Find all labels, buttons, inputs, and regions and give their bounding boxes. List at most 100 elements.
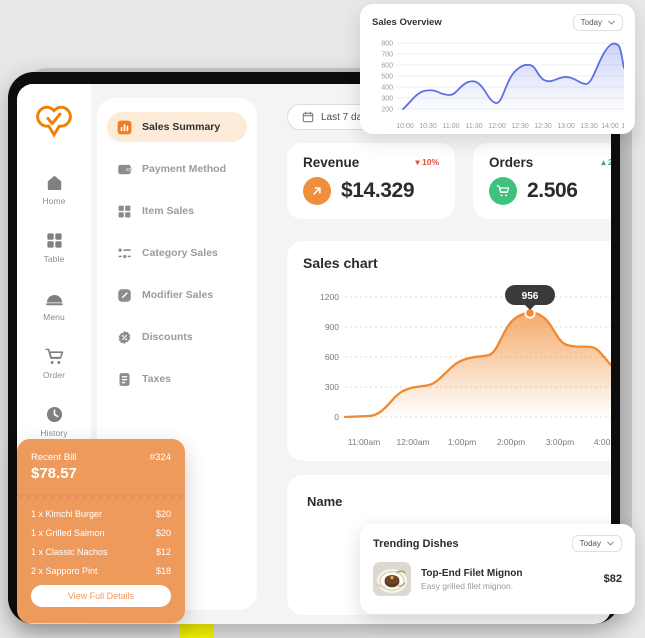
- stat-value: $14.329: [341, 179, 415, 202]
- sidebar-item-label: History: [40, 428, 68, 438]
- chevron-down-icon: [607, 541, 614, 546]
- menu-item-label: Category Sales: [142, 247, 218, 259]
- stat-delta-value: 10%: [421, 157, 439, 167]
- bar-chart-icon: [117, 120, 132, 134]
- sidebar-item-label: Home: [42, 196, 66, 206]
- y-tick-label: 700: [381, 52, 393, 59]
- x-tick-label: 4:00pm: [594, 437, 611, 447]
- table-column-header-name: Name: [307, 494, 343, 509]
- sidebar-item-history[interactable]: History: [26, 398, 82, 443]
- menu-item-taxes[interactable]: Taxes: [107, 364, 247, 394]
- chart-tooltip: 956: [505, 285, 555, 310]
- data-point: [526, 309, 534, 317]
- chevron-down-icon: [608, 20, 615, 25]
- trending-period-label: Today: [579, 539, 601, 548]
- sidebar-item-order[interactable]: Order: [26, 340, 82, 385]
- menu-item-label: Item Sales: [142, 205, 194, 217]
- list-item[interactable]: Top-End Filet Mignon Easy grilled filet …: [373, 562, 622, 596]
- x-tick-label: 12:00am: [396, 437, 429, 447]
- recent-bill-header: Recent Bill #324 $78.57: [17, 439, 185, 494]
- overview-period-select[interactable]: Today: [572, 14, 623, 31]
- filet-mignon-photo: [373, 562, 411, 596]
- trending-dishes-title: Trending Dishes: [373, 537, 459, 550]
- x-tick-label: 12:30: [534, 123, 552, 130]
- bill-item-name: 1 x Grilled Salmon: [31, 528, 105, 538]
- arrow-up-right-icon: [303, 177, 331, 205]
- bill-line-item: 2 x Sapporo Pint $18: [31, 566, 171, 576]
- bill-item-price: $20: [155, 528, 171, 538]
- dish-name: Top-End Filet Mignon: [421, 567, 523, 579]
- screenshot-stage: Home Table Menu Order History Sales Summ…: [0, 0, 645, 638]
- x-tick-label: 14:30: [621, 123, 624, 130]
- menu-item-label: Taxes: [142, 373, 171, 385]
- x-tick-label: 11:30: [466, 123, 483, 130]
- status-badge: ▴ 20%: [601, 157, 611, 168]
- x-tick-label: 3:00pm: [546, 437, 574, 447]
- x-tick-label: 2:00pm: [497, 437, 525, 447]
- grid-icon: [118, 205, 131, 217]
- trending-dishes-card: Trending Dishes Today Top-End Filet Mign…: [360, 524, 635, 614]
- y-tick-label: 600: [381, 63, 393, 70]
- x-tick-label: 10:00: [396, 123, 414, 130]
- grid-icon: [46, 233, 62, 248]
- menu-item-label: Discounts: [142, 331, 193, 343]
- view-full-details-button[interactable]: View Full Details: [31, 585, 171, 607]
- menu-item-discounts[interactable]: Discounts: [107, 322, 247, 352]
- x-tick-label: 13:30: [580, 123, 598, 130]
- menu-item-modifier-sales[interactable]: Modifier Sales: [107, 280, 247, 310]
- dish-price: $82: [603, 573, 622, 585]
- calendar-icon: [302, 111, 314, 123]
- stat-value: 2.506: [527, 179, 578, 202]
- bill-item-name: 1 x Classic Nachos: [31, 547, 108, 557]
- trending-period-select[interactable]: Today: [571, 535, 622, 552]
- y-tick-label: 300: [381, 96, 393, 103]
- cart-icon: [489, 177, 517, 205]
- bill-line-item: 1 x Classic Nachos $12: [31, 547, 171, 557]
- menu-item-sales-summary[interactable]: Sales Summary: [107, 112, 247, 142]
- bill-line-item: 1 x Kimchi Burger $20: [31, 509, 171, 519]
- stat-delta-value: 20%: [607, 157, 611, 167]
- bill-item-name: 1 x Kimchi Burger: [31, 509, 103, 519]
- x-tick-label: 10:30: [419, 123, 437, 130]
- sidebar-item-label: Table: [43, 254, 65, 264]
- overview-period-label: Today: [580, 18, 602, 27]
- menu-item-payment-method[interactable]: Payment Method: [107, 154, 247, 184]
- bill-item-price: $18: [155, 566, 171, 576]
- sidebar-item-label: Order: [42, 370, 66, 380]
- discount-badge-icon: [118, 330, 131, 344]
- recent-bill-label: Recent Bill: [31, 452, 77, 463]
- cloche-icon: [45, 294, 63, 306]
- y-tick-label: 300: [325, 382, 339, 392]
- document-icon: [119, 372, 130, 386]
- recent-bill-number: #324: [149, 452, 171, 463]
- recent-bill-card: Recent Bill #324 $78.57 1 x Kimchi Burge…: [17, 439, 185, 623]
- x-tick-label: 12:00: [488, 123, 506, 130]
- menu-item-label: Modifier Sales: [142, 289, 214, 301]
- stat-card-revenue[interactable]: Revenue ▾ 10% $14.329: [287, 143, 455, 219]
- sales-chart-title: Sales chart: [303, 255, 378, 271]
- y-tick-label: 600: [325, 352, 339, 362]
- sales-overview-card: Sales Overview Today 800 700 600 500 400…: [360, 4, 639, 134]
- recent-bill-total: $78.57: [31, 465, 77, 482]
- stat-title: Revenue: [303, 155, 360, 170]
- arrow-up-icon: ▴: [601, 157, 606, 167]
- y-tick-label: 0: [334, 412, 339, 422]
- brand-logo[interactable]: [33, 102, 75, 140]
- stat-card-orders[interactable]: Orders ▴ 20%: [473, 143, 611, 219]
- menu-item-item-sales[interactable]: Item Sales: [107, 196, 247, 226]
- sidebar-item-table[interactable]: Table: [26, 224, 82, 269]
- x-tick-label: 1:00pm: [448, 437, 476, 447]
- sales-chart-area: [345, 312, 611, 417]
- dish-description: Easy grilled filet mignon.: [421, 580, 514, 591]
- list-icon: [118, 247, 131, 258]
- x-tick-label: 14:00: [601, 123, 619, 130]
- sales-chart-plot: 1200 900 600 300 0 956 11:00am 12:00am 1…: [320, 285, 611, 447]
- sidebar-item-home[interactable]: Home: [26, 166, 82, 211]
- x-tick-label: 12:30: [511, 123, 529, 130]
- x-tick-label: 13:00: [557, 123, 575, 130]
- sidebar-item-menu[interactable]: Menu: [26, 282, 82, 327]
- sales-overview-title: Sales Overview: [372, 17, 442, 28]
- clock-icon: [46, 406, 62, 423]
- menu-item-category-sales[interactable]: Category Sales: [107, 238, 247, 268]
- status-badge: ▾ 10%: [415, 157, 439, 168]
